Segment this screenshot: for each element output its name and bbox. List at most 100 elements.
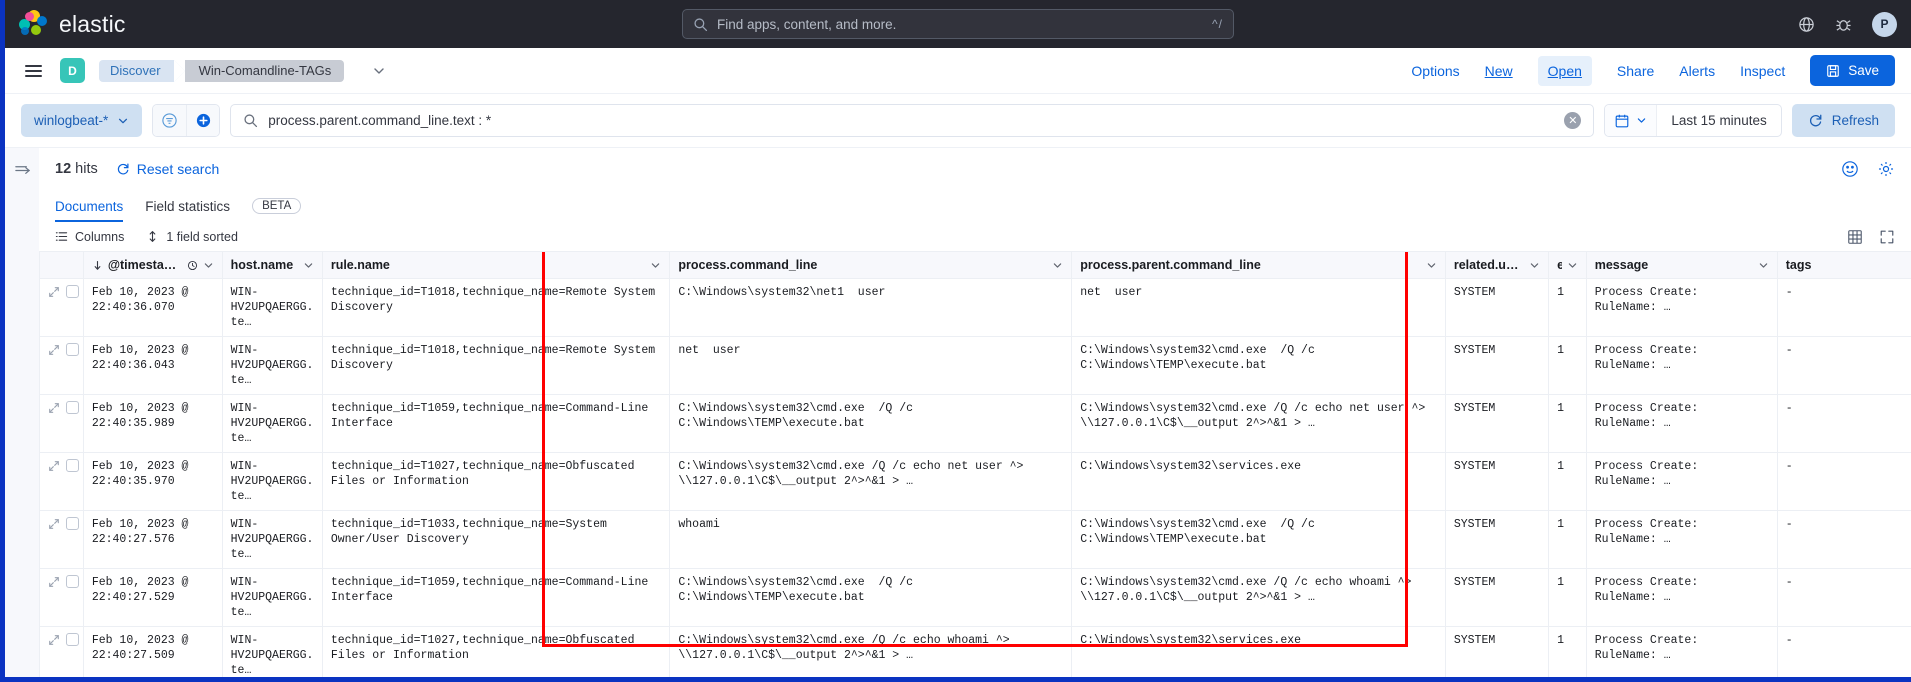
add-filter-icon[interactable] xyxy=(186,105,220,136)
tab-documents[interactable]: Documents xyxy=(55,190,123,222)
row-checkbox[interactable] xyxy=(66,517,79,530)
share-button[interactable]: Share xyxy=(1617,63,1654,79)
global-search-input[interactable]: Find apps, content, and more. ^/ xyxy=(682,9,1234,39)
open-button[interactable]: Open xyxy=(1537,55,1592,86)
panel-actions xyxy=(1841,160,1895,178)
clock-icon xyxy=(187,260,198,271)
bug-icon[interactable] xyxy=(1835,16,1852,33)
cell-user: SYSTEM xyxy=(1444,394,1550,453)
clear-query-icon[interactable]: ✕ xyxy=(1564,112,1582,129)
inspect-button[interactable]: Inspect xyxy=(1740,63,1785,79)
cell-text: C:\Windows\system32\cmd.exe /Q /c C:\Win… xyxy=(1080,344,1322,372)
cell-text: WIN-HV2UPQAERGG.te… xyxy=(230,634,314,677)
cell-text: C:\Windows\system32\services.exe xyxy=(1080,460,1302,473)
new-button[interactable]: New xyxy=(1485,63,1513,79)
query-input[interactable]: process.parent.command_line.text : * ✕ xyxy=(230,104,1595,137)
tab-field-statistics[interactable]: Field statistics xyxy=(145,190,230,222)
fullscreen-icon[interactable] xyxy=(1879,229,1895,245)
chevron-down-icon[interactable] xyxy=(372,64,386,78)
expand-row-icon[interactable] xyxy=(48,402,60,414)
save-button-label: Save xyxy=(1848,63,1879,78)
row-checkbox[interactable] xyxy=(66,401,79,414)
columns-label: Columns xyxy=(75,229,125,244)
cell-rule: technique_id=T1059,technique_name=Comman… xyxy=(321,568,671,627)
chevron-down-icon[interactable] xyxy=(1052,260,1063,271)
chevron-down-icon[interactable] xyxy=(303,260,314,271)
data-view-label: winlogbeat-* xyxy=(34,113,109,128)
table-row[interactable]: Feb 10, 2023 @ 22:40:27.509 WIN-HV2UPQAER… xyxy=(39,626,1911,677)
column-header-timestamp[interactable]: @timestamp xyxy=(82,252,223,279)
column-header-rule[interactable]: rule.name xyxy=(321,252,671,279)
cell-text: Feb 10, 2023 @ 22:40:36.043 xyxy=(91,344,196,372)
expand-row-icon[interactable] xyxy=(48,344,60,356)
expand-row-icon[interactable] xyxy=(48,286,60,298)
chevron-down-icon[interactable] xyxy=(1567,260,1578,271)
table-row[interactable]: Feb 10, 2023 @ 22:40:35.989 WIN-HV2UPQAER… xyxy=(39,394,1911,453)
cell-text: technique_id=T1059,technique_name=Comman… xyxy=(330,576,656,604)
column-header-pcmd[interactable]: process.parent.command_line xyxy=(1071,252,1446,279)
calendar-icon[interactable] xyxy=(1605,105,1658,136)
chevron-down-icon[interactable] xyxy=(1529,260,1540,271)
expand-row-icon[interactable] xyxy=(48,634,60,646)
row-checkbox[interactable] xyxy=(66,633,79,646)
row-checkbox[interactable] xyxy=(66,285,79,298)
column-header-label: tags xyxy=(1785,258,1812,272)
column-header-message[interactable]: message xyxy=(1585,252,1778,279)
data-view-picker[interactable]: winlogbeat-* xyxy=(21,104,143,137)
search-icon xyxy=(693,17,708,32)
menu-icon[interactable] xyxy=(21,61,46,81)
avatar[interactable]: P xyxy=(1872,11,1897,37)
column-header-ecode[interactable]: e.. xyxy=(1548,252,1587,279)
alerts-button[interactable]: Alerts xyxy=(1679,63,1715,79)
time-range-label[interactable]: Last 15 minutes xyxy=(1657,105,1780,136)
options-button[interactable]: Options xyxy=(1411,63,1459,79)
cell-text: 1 xyxy=(1557,576,1565,589)
globe-icon[interactable] xyxy=(1798,16,1815,33)
chevron-down-icon[interactable] xyxy=(650,260,661,271)
row-controls xyxy=(39,568,84,627)
cell-text: SYSTEM xyxy=(1453,576,1496,589)
filter-options-icon[interactable] xyxy=(153,105,187,136)
column-header-host[interactable]: host.name xyxy=(221,252,323,279)
documents-panel: 12 hits Reset search Documents Field sta… xyxy=(39,148,1911,677)
table-row[interactable]: Feb 10, 2023 @ 22:40:27.529 WIN-HV2UPQAER… xyxy=(39,568,1911,627)
column-header-user[interactable]: related.user xyxy=(1444,252,1550,279)
chevron-down-icon[interactable] xyxy=(1758,260,1769,271)
feedback-icon[interactable] xyxy=(1841,160,1859,178)
cell-rule: technique_id=T1018,technique_name=Remote… xyxy=(321,336,671,395)
sort-fields-button[interactable]: 1 field sorted xyxy=(146,230,238,244)
elastic-logo-icon xyxy=(19,9,48,39)
hits-row: 12 hits Reset search xyxy=(39,148,1911,190)
expand-row-icon[interactable] xyxy=(48,576,60,588)
save-button[interactable]: Save xyxy=(1810,55,1895,86)
table-row[interactable]: Feb 10, 2023 @ 22:40:27.576 WIN-HV2UPQAER… xyxy=(39,510,1911,569)
table-row[interactable]: Feb 10, 2023 @ 22:40:36.070 WIN-HV2UPQAER… xyxy=(39,278,1911,337)
columns-button[interactable]: Columns xyxy=(55,230,124,244)
refresh-button[interactable]: Refresh xyxy=(1791,104,1895,137)
reset-search-button[interactable]: Reset search xyxy=(116,161,219,177)
grid-density-icon[interactable] xyxy=(1847,229,1863,245)
cell-timestamp: Feb 10, 2023 @ 22:40:35.989 xyxy=(82,394,223,453)
row-checkbox[interactable] xyxy=(66,575,79,588)
row-checkbox[interactable] xyxy=(66,343,79,356)
cell-text: Process Create: RuleName: … xyxy=(1594,576,1699,604)
global-search-shortcut: ^/ xyxy=(1212,17,1223,31)
expand-row-icon[interactable] xyxy=(48,460,60,472)
cell-tags: - xyxy=(1776,336,1911,395)
expand-sidebar-icon[interactable] xyxy=(14,162,31,677)
cell-text: Process Create: RuleName: … xyxy=(1594,460,1699,488)
chevron-down-icon[interactable] xyxy=(1426,260,1437,271)
column-header-cmd[interactable]: process.command_line xyxy=(669,252,1073,279)
table-row[interactable]: Feb 10, 2023 @ 22:40:35.970 WIN-HV2UPQAER… xyxy=(39,452,1911,511)
row-checkbox[interactable] xyxy=(66,459,79,472)
chevron-down-icon[interactable] xyxy=(203,260,214,271)
expand-row-icon[interactable] xyxy=(48,518,60,530)
breadcrumb-item-discover[interactable]: Discover xyxy=(99,59,185,82)
gear-icon[interactable] xyxy=(1877,160,1895,178)
cell-text: Feb 10, 2023 @ 22:40:35.970 xyxy=(91,460,196,488)
space-avatar[interactable]: D xyxy=(60,58,85,83)
table-row[interactable]: Feb 10, 2023 @ 22:40:36.043 WIN-HV2UPQAER… xyxy=(39,336,1911,395)
elastic-brand[interactable]: elastic xyxy=(19,9,126,39)
column-header-tags[interactable]: tags xyxy=(1776,252,1911,279)
breadcrumb-item-saved-search[interactable]: Win-Comandline-TAGs xyxy=(173,59,345,82)
